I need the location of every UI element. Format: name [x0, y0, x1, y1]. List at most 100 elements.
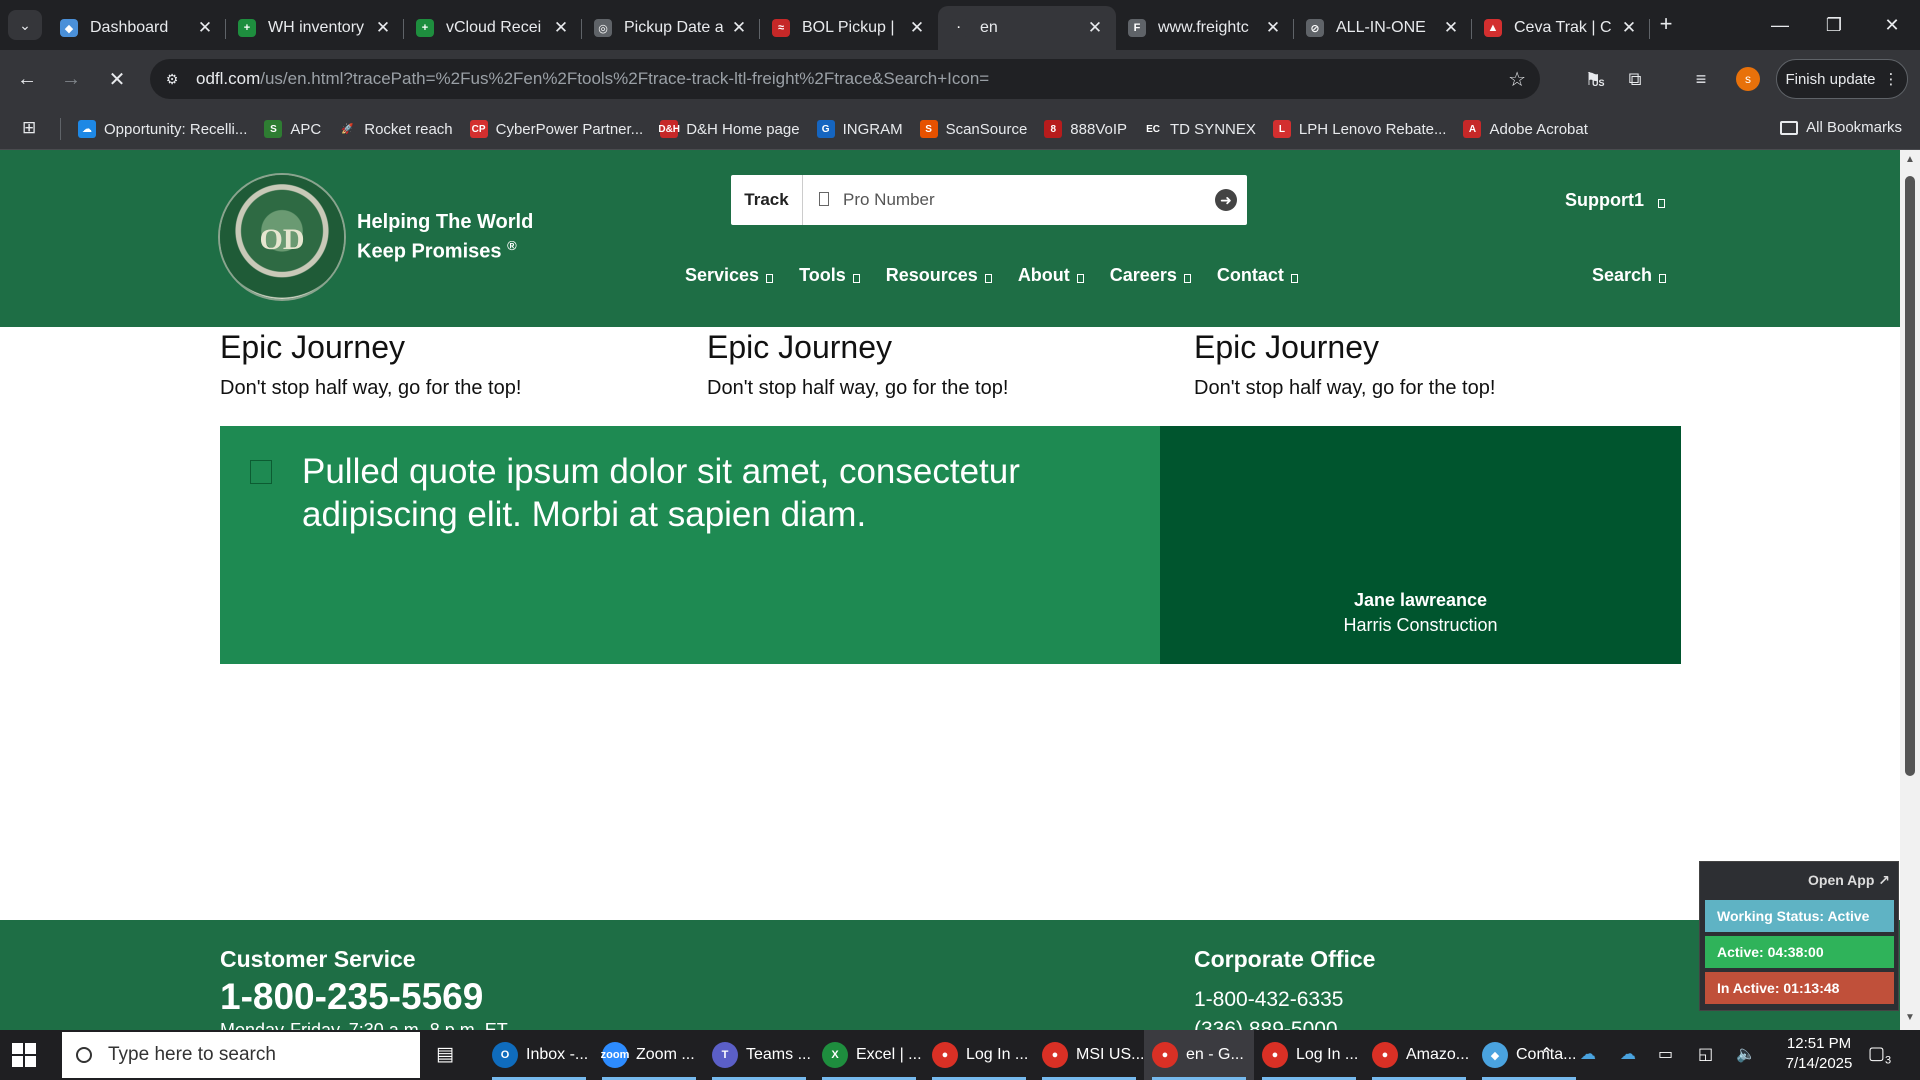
show-hidden-icons-chevron-icon[interactable]: ⌃ — [1540, 1044, 1553, 1064]
restore-button[interactable]: ❐ — [1806, 0, 1862, 50]
corporate-phone-1[interactable]: 1-800-432-6335 — [1194, 988, 1343, 1012]
forward-arrow-icon[interactable]: → — [56, 64, 86, 94]
bookmark-item[interactable]: S APC — [264, 120, 321, 138]
close-window-button[interactable]: ✕ — [1864, 0, 1920, 50]
tab-close-icon[interactable]: ✕ — [1086, 18, 1104, 38]
onedrive-business-cloud-icon[interactable]: ☁ — [1620, 1044, 1636, 1064]
stop-loading-icon[interactable]: ✕ — [102, 64, 132, 94]
taskbar-app-icon: ◆ — [1482, 1042, 1508, 1068]
extension-icon[interactable]: ⚑ US — [1580, 66, 1606, 92]
card-text: Don't stop half way, go for the top! — [707, 377, 1009, 399]
browser-tab[interactable]: + vCloud Recei ✕ — [404, 6, 582, 50]
nav-item-about[interactable]: About — [1018, 265, 1084, 286]
corporate-phone-2[interactable]: (336) 889-5000 — [1194, 1018, 1338, 1030]
all-bookmarks-button[interactable]: All Bookmarks — [1780, 119, 1902, 136]
taskbar-app[interactable]: T Teams ... — [704, 1030, 814, 1080]
tab-favicon-icon: ▲ — [1484, 19, 1502, 37]
task-view-icon[interactable]: ▤ — [436, 1043, 454, 1066]
bookmark-item[interactable]: ☁ Opportunity: Recelli... — [78, 120, 247, 138]
site-search-button[interactable]: Search — [1592, 265, 1667, 286]
taskbar-app[interactable]: ◆ Comta... — [1474, 1030, 1584, 1080]
nav-item-tools[interactable]: Tools — [799, 265, 860, 286]
support-menu[interactable]: Support1 — [1565, 190, 1665, 211]
tab-search-button[interactable]: ⌄ — [8, 10, 42, 40]
site-info-icon[interactable]: ⚙ — [162, 69, 182, 89]
nav-item-label: Contact — [1216, 265, 1284, 285]
media-controls-icon[interactable]: ≡ — [1688, 66, 1714, 92]
system-clock[interactable]: 12:51 PM 7/14/2025 — [1774, 1034, 1864, 1074]
tab-close-icon[interactable]: ✕ — [1264, 18, 1282, 38]
taskbar-app[interactable]: ● Amazo... — [1364, 1030, 1474, 1080]
scroll-down-icon[interactable]: ▼ — [1904, 1012, 1916, 1024]
taskbar-app-label: Excel | ... — [856, 1046, 922, 1063]
tab-close-icon[interactable]: ✕ — [196, 18, 214, 38]
volume-icon[interactable]: 🔈 — [1736, 1044, 1756, 1064]
browser-tab[interactable]: · en ✕ — [938, 6, 1116, 50]
bookmark-item[interactable]: CP CyberPower Partner... — [469, 120, 643, 138]
nav-item-resources[interactable]: Resources — [886, 265, 992, 286]
nav-item-careers[interactable]: Careers — [1110, 265, 1191, 286]
bookmark-label: Adobe Acrobat — [1489, 120, 1588, 138]
taskbar-search-box[interactable]: Type here to search — [62, 1032, 420, 1078]
customer-service-phone[interactable]: 1-800-235-5569 — [220, 976, 483, 1018]
tab-close-icon[interactable]: ✕ — [374, 18, 392, 38]
taskbar-app[interactable]: zoom Zoom ... — [594, 1030, 704, 1080]
tab-close-icon[interactable]: ✕ — [552, 18, 570, 38]
taskbar-app[interactable]: ● Log In ... — [1254, 1030, 1364, 1080]
network-icon[interactable]: ◱ — [1698, 1044, 1713, 1064]
profile-avatar[interactable]: s — [1736, 67, 1760, 91]
bookmark-item[interactable]: 8 888VoIP — [1044, 120, 1127, 138]
pro-number-input[interactable] — [843, 183, 1203, 217]
taskbar-app[interactable]: ● Log In ... — [924, 1030, 1034, 1080]
browser-tab[interactable]: ◎ Pickup Date a ✕ — [582, 6, 760, 50]
bookmarks-bar: ⊞ ☁ Opportunity: Recelli... S APC 🚀 Rocket re… — [0, 108, 1920, 150]
notifications-icon[interactable]: ▢3 — [1868, 1043, 1891, 1067]
apps-grid-icon[interactable]: ⊞ — [22, 118, 36, 138]
address-bar[interactable]: ⚙ odfl.com/us/en.html?tracePath=%2Fus%2F… — [150, 59, 1540, 99]
odfl-logo[interactable]: OD — [220, 175, 344, 299]
battery-icon[interactable]: ▭ — [1658, 1044, 1673, 1064]
tab-favicon-icon: ◆ — [60, 19, 78, 37]
minimize-button[interactable]: — — [1752, 0, 1808, 50]
finish-update-button[interactable]: Finish update ⋮ — [1776, 59, 1908, 99]
tab-favicon-icon: + — [416, 19, 434, 37]
tab-close-icon[interactable]: ✕ — [730, 18, 748, 38]
arrow-right-circle-icon[interactable]: ➜ — [1215, 189, 1237, 211]
taskbar-app[interactable]: X Excel | ... — [814, 1030, 924, 1080]
bookmark-item[interactable]: EC TD SYNNEX — [1144, 120, 1256, 138]
open-app-link[interactable]: Open App ↗ — [1808, 872, 1890, 889]
folder-icon — [1780, 120, 1799, 135]
bookmark-item[interactable]: G INGRAM — [816, 120, 903, 138]
taskbar-app[interactable]: ● en - G... — [1144, 1030, 1254, 1080]
page-scrollbar[interactable]: ▲ ▼ — [1900, 150, 1920, 1030]
browser-tab[interactable]: Fwww.freightc ✕ — [1116, 6, 1294, 50]
bookmark-item[interactable]: D&H D&H Home page — [658, 120, 800, 138]
taskbar-app[interactable]: O Inbox -... — [484, 1030, 594, 1080]
bookmark-item[interactable]: 🚀 Rocket reach — [338, 120, 453, 138]
scrollbar-thumb[interactable] — [1905, 176, 1915, 776]
bookmark-item[interactable]: S ScanSource — [919, 120, 1027, 138]
back-arrow-icon[interactable]: ← — [12, 64, 42, 94]
bookmark-item[interactable]: A Adobe Acrobat — [1463, 120, 1588, 138]
tab-favicon-icon: ⊘ — [1306, 19, 1324, 37]
windows-start-icon[interactable] — [12, 1043, 36, 1067]
onedrive-cloud-icon[interactable]: ☁ — [1580, 1044, 1596, 1064]
taskbar-app[interactable]: ● MSI US... — [1034, 1030, 1144, 1080]
browser-tab[interactable]: ◆ Dashboard ✕ — [48, 6, 226, 50]
browser-tab[interactable]: ▲ Ceva Trak | C ✕ — [1472, 6, 1650, 50]
quote-icon — [250, 460, 272, 484]
browser-tab[interactable]: ≈ BOL Pickup | ✕ — [760, 6, 938, 50]
tab-close-icon[interactable]: ✕ — [908, 18, 926, 38]
url-text[interactable]: odfl.com/us/en.html?tracePath=%2Fus%2Fen… — [196, 69, 989, 89]
browser-tab[interactable]: + WH inventory ✕ — [226, 6, 404, 50]
scroll-up-icon[interactable]: ▲ — [1904, 154, 1916, 166]
bookmark-item[interactable]: L LPH Lenovo Rebate... — [1272, 120, 1446, 138]
bookmark-star-icon[interactable]: ☆ — [1508, 67, 1526, 92]
browser-tab[interactable]: ⊘ ALL-IN-ONE ✕ — [1294, 6, 1472, 50]
extensions-puzzle-icon[interactable]: ⧉ — [1622, 66, 1648, 92]
tab-close-icon[interactable]: ✕ — [1620, 18, 1638, 38]
nav-item-services[interactable]: Services — [685, 265, 774, 286]
nav-item-contact[interactable]: Contact — [1217, 265, 1298, 286]
tab-close-icon[interactable]: ✕ — [1442, 18, 1460, 38]
new-tab-button[interactable]: + — [1652, 10, 1680, 38]
